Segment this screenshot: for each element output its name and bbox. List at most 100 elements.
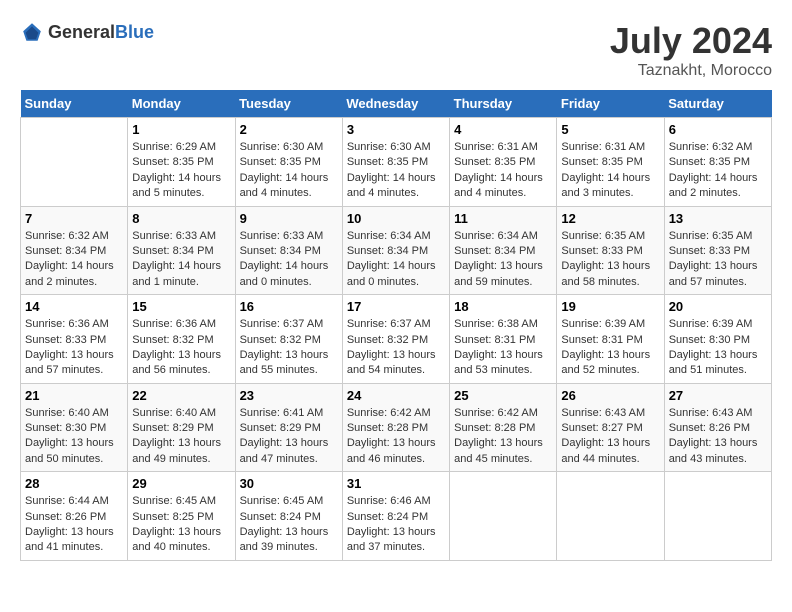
cell-info: Sunrise: 6:36 AMSunset: 8:33 PMDaylight:… xyxy=(25,317,123,379)
calendar-header-row: SundayMondayTuesdayWednesdayThursdayFrid… xyxy=(21,90,772,118)
calendar-cell: 17 Sunrise: 6:37 AMSunset: 8:32 PMDayligh… xyxy=(342,295,449,384)
calendar-cell: 1Sunrise: 6:29 AMSunset: 8:35 PMDaylight… xyxy=(128,118,235,207)
day-number: 26 xyxy=(561,388,659,403)
calendar-cell: 22 Sunrise: 6:40 AMSunset: 8:29 PMDayligh… xyxy=(128,383,235,472)
day-header-friday: Friday xyxy=(557,90,664,118)
calendar-cell xyxy=(450,472,557,561)
calendar-week-row: 7 Sunrise: 6:32 AMSunset: 8:34 PMDaylight… xyxy=(21,206,772,295)
day-number: 9 xyxy=(240,211,338,226)
day-number: 30 xyxy=(240,476,338,491)
day-number: 29 xyxy=(132,476,230,491)
day-number: 10 xyxy=(347,211,445,226)
cell-info: Sunrise: 6:40 AMSunset: 8:30 PMDaylight:… xyxy=(25,406,123,468)
day-number: 4 xyxy=(454,122,552,137)
calendar-cell xyxy=(664,472,771,561)
calendar-cell: 8 Sunrise: 6:33 AMSunset: 8:34 PMDaylight… xyxy=(128,206,235,295)
calendar-week-row: 1Sunrise: 6:29 AMSunset: 8:35 PMDaylight… xyxy=(21,118,772,207)
calendar-table: SundayMondayTuesdayWednesdayThursdayFrid… xyxy=(20,90,772,561)
day-number: 21 xyxy=(25,388,123,403)
cell-info: Sunrise: 6:43 AMSunset: 8:27 PMDaylight:… xyxy=(561,406,659,468)
calendar-cell: 10 Sunrise: 6:34 AMSunset: 8:34 PMDayligh… xyxy=(342,206,449,295)
cell-info: Sunrise: 6:32 AMSunset: 8:34 PMDaylight:… xyxy=(25,229,123,291)
day-number: 24 xyxy=(347,388,445,403)
calendar-cell: 12 Sunrise: 6:35 AMSunset: 8:33 PMDayligh… xyxy=(557,206,664,295)
calendar-cell: 27 Sunrise: 6:43 AMSunset: 8:26 PMDayligh… xyxy=(664,383,771,472)
cell-info: Sunrise: 6:34 AMSunset: 8:34 PMDaylight:… xyxy=(454,229,552,291)
day-header-saturday: Saturday xyxy=(664,90,771,118)
title-block: July 2024 Taznakht, Morocco xyxy=(610,20,772,80)
calendar-cell: 9 Sunrise: 6:33 AMSunset: 8:34 PMDaylight… xyxy=(235,206,342,295)
calendar-cell: 24 Sunrise: 6:42 AMSunset: 8:28 PMDayligh… xyxy=(342,383,449,472)
calendar-cell: 16 Sunrise: 6:37 AMSunset: 8:32 PMDayligh… xyxy=(235,295,342,384)
cell-info: Sunrise: 6:33 AMSunset: 8:34 PMDaylight:… xyxy=(132,229,230,291)
cell-info: Sunrise: 6:32 AMSunset: 8:35 PMDaylight:… xyxy=(669,140,767,202)
day-number: 11 xyxy=(454,211,552,226)
logo-icon xyxy=(20,20,44,44)
day-number: 8 xyxy=(132,211,230,226)
cell-info: Sunrise: 6:39 AMSunset: 8:30 PMDaylight:… xyxy=(669,317,767,379)
calendar-cell: 15Sunrise: 6:36 AMSunset: 8:32 PMDayligh… xyxy=(128,295,235,384)
cell-info: Sunrise: 6:41 AMSunset: 8:29 PMDaylight:… xyxy=(240,406,338,468)
cell-info: Sunrise: 6:39 AMSunset: 8:31 PMDaylight:… xyxy=(561,317,659,379)
day-number: 13 xyxy=(669,211,767,226)
cell-info: Sunrise: 6:40 AMSunset: 8:29 PMDaylight:… xyxy=(132,406,230,468)
logo-blue-text: Blue xyxy=(115,22,154,42)
location-subtitle: Taznakht, Morocco xyxy=(610,62,772,80)
cell-info: Sunrise: 6:42 AMSunset: 8:28 PMDaylight:… xyxy=(347,406,445,468)
cell-info: Sunrise: 6:43 AMSunset: 8:26 PMDaylight:… xyxy=(669,406,767,468)
calendar-cell: 6 Sunrise: 6:32 AMSunset: 8:35 PMDaylight… xyxy=(664,118,771,207)
cell-info: Sunrise: 6:33 AMSunset: 8:34 PMDaylight:… xyxy=(240,229,338,291)
day-number: 19 xyxy=(561,299,659,314)
calendar-week-row: 14 Sunrise: 6:36 AMSunset: 8:33 PMDayligh… xyxy=(21,295,772,384)
month-year-title: July 2024 xyxy=(610,20,772,62)
day-header-sunday: Sunday xyxy=(21,90,128,118)
day-number: 3 xyxy=(347,122,445,137)
cell-info: Sunrise: 6:45 AMSunset: 8:25 PMDaylight:… xyxy=(132,494,230,556)
day-number: 28 xyxy=(25,476,123,491)
day-number: 7 xyxy=(25,211,123,226)
cell-info: Sunrise: 6:36 AMSunset: 8:32 PMDaylight:… xyxy=(132,317,230,379)
cell-info: Sunrise: 6:35 AMSunset: 8:33 PMDaylight:… xyxy=(561,229,659,291)
cell-info: Sunrise: 6:44 AMSunset: 8:26 PMDaylight:… xyxy=(25,494,123,556)
day-header-tuesday: Tuesday xyxy=(235,90,342,118)
calendar-cell: 4 Sunrise: 6:31 AMSunset: 8:35 PMDaylight… xyxy=(450,118,557,207)
calendar-cell: 5Sunrise: 6:31 AMSunset: 8:35 PMDaylight… xyxy=(557,118,664,207)
cell-info: Sunrise: 6:46 AMSunset: 8:24 PMDaylight:… xyxy=(347,494,445,556)
cell-info: Sunrise: 6:38 AMSunset: 8:31 PMDaylight:… xyxy=(454,317,552,379)
calendar-cell: 29 Sunrise: 6:45 AMSunset: 8:25 PMDayligh… xyxy=(128,472,235,561)
day-number: 18 xyxy=(454,299,552,314)
cell-info: Sunrise: 6:30 AMSunset: 8:35 PMDaylight:… xyxy=(347,140,445,202)
day-number: 14 xyxy=(25,299,123,314)
cell-info: Sunrise: 6:31 AMSunset: 8:35 PMDaylight:… xyxy=(454,140,552,202)
day-number: 16 xyxy=(240,299,338,314)
day-number: 17 xyxy=(347,299,445,314)
day-header-wednesday: Wednesday xyxy=(342,90,449,118)
calendar-cell: 30 Sunrise: 6:45 AMSunset: 8:24 PMDayligh… xyxy=(235,472,342,561)
calendar-cell: 20 Sunrise: 6:39 AMSunset: 8:30 PMDayligh… xyxy=(664,295,771,384)
cell-info: Sunrise: 6:37 AMSunset: 8:32 PMDaylight:… xyxy=(347,317,445,379)
calendar-week-row: 21 Sunrise: 6:40 AMSunset: 8:30 PMDayligh… xyxy=(21,383,772,472)
calendar-cell: 26 Sunrise: 6:43 AMSunset: 8:27 PMDayligh… xyxy=(557,383,664,472)
day-number: 5 xyxy=(561,122,659,137)
calendar-cell: 2Sunrise: 6:30 AMSunset: 8:35 PMDaylight… xyxy=(235,118,342,207)
calendar-cell: 31 Sunrise: 6:46 AMSunset: 8:24 PMDayligh… xyxy=(342,472,449,561)
calendar-cell xyxy=(557,472,664,561)
calendar-cell: 21 Sunrise: 6:40 AMSunset: 8:30 PMDayligh… xyxy=(21,383,128,472)
calendar-cell: 7 Sunrise: 6:32 AMSunset: 8:34 PMDaylight… xyxy=(21,206,128,295)
calendar-cell: 13 Sunrise: 6:35 AMSunset: 8:33 PMDayligh… xyxy=(664,206,771,295)
page-header: GeneralBlue July 2024 Taznakht, Morocco xyxy=(20,20,772,80)
cell-info: Sunrise: 6:45 AMSunset: 8:24 PMDaylight:… xyxy=(240,494,338,556)
day-number: 22 xyxy=(132,388,230,403)
day-header-monday: Monday xyxy=(128,90,235,118)
calendar-cell: 14 Sunrise: 6:36 AMSunset: 8:33 PMDayligh… xyxy=(21,295,128,384)
day-number: 27 xyxy=(669,388,767,403)
day-number: 6 xyxy=(669,122,767,137)
day-number: 31 xyxy=(347,476,445,491)
cell-info: Sunrise: 6:35 AMSunset: 8:33 PMDaylight:… xyxy=(669,229,767,291)
cell-info: Sunrise: 6:37 AMSunset: 8:32 PMDaylight:… xyxy=(240,317,338,379)
calendar-cell: 28 Sunrise: 6:44 AMSunset: 8:26 PMDayligh… xyxy=(21,472,128,561)
day-number: 12 xyxy=(561,211,659,226)
day-number: 20 xyxy=(669,299,767,314)
cell-info: Sunrise: 6:34 AMSunset: 8:34 PMDaylight:… xyxy=(347,229,445,291)
day-header-thursday: Thursday xyxy=(450,90,557,118)
